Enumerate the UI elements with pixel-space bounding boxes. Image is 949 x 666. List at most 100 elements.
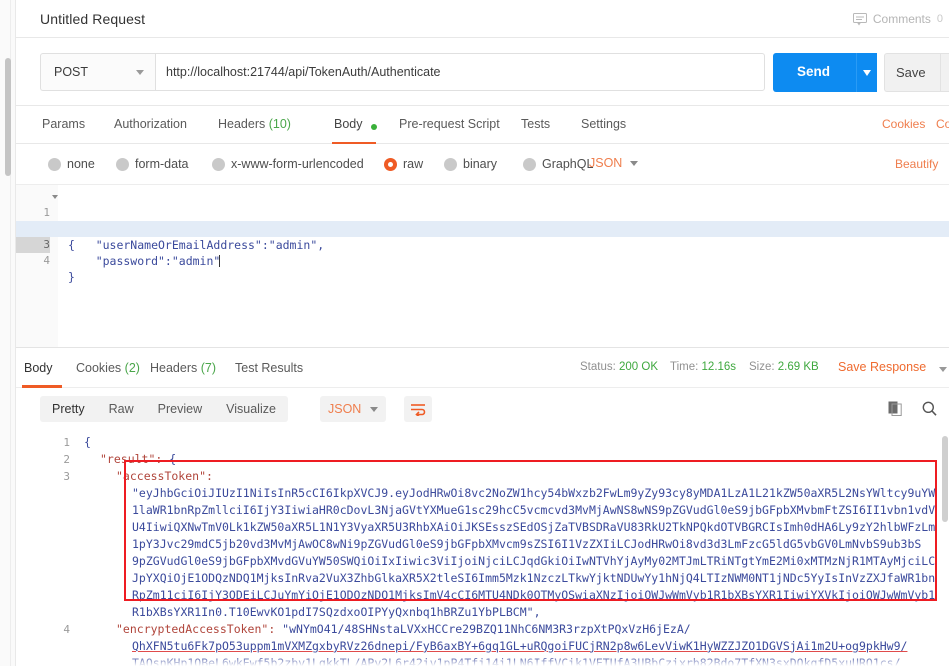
- line-text: 1pY3Jvc29mdC5jb20vd3MvMjAwOC8wNi9pZGVudG…: [132, 537, 922, 551]
- page-title: Untitled Request: [40, 11, 146, 27]
- line-text: JpYXQiOjE1ODQzNDQ1MjksInRva2VuX3ZhbGlkaX…: [132, 571, 936, 585]
- search-icon[interactable]: [922, 401, 937, 419]
- body-type-urlencoded[interactable]: x-www-form-urlencoded: [212, 157, 364, 171]
- line-text: "eyJhbGciOiJIUzI1NiIsInR5cCI6IkpXVCJ9.ey…: [132, 486, 936, 500]
- tab-pre-request-script[interactable]: Pre-request Script: [399, 117, 500, 131]
- word-wrap-button[interactable]: [404, 396, 432, 422]
- body-type-form-data[interactable]: form-data: [116, 157, 189, 171]
- response-code-line: JpYXQiOjE1ODQzNDQ1MjksInRva2VuX3ZhbGlkaX…: [16, 570, 949, 587]
- beautify-link[interactable]: Beautify: [895, 157, 938, 171]
- text-cursor: [219, 255, 221, 267]
- format-label: JSON: [328, 402, 362, 416]
- line-text: "accessToken":: [116, 468, 213, 485]
- send-label: Send: [797, 64, 831, 79]
- json-key: "accessToken":: [116, 469, 213, 483]
- body-type-row: none form-data x-www-form-urlencoded raw…: [16, 144, 949, 185]
- response-tools: [888, 401, 937, 419]
- save-button[interactable]: Save: [884, 53, 940, 92]
- radio-icon: [48, 157, 61, 171]
- cookies-link[interactable]: Cookies: [882, 117, 925, 131]
- save-label: Save: [896, 65, 926, 80]
- sidebar-scrollbar[interactable]: [5, 58, 11, 176]
- tab-count: (2): [124, 361, 140, 375]
- response-code-line: 4 "encryptedAccessToken": "wNYmO41/48SHNs…: [16, 621, 949, 638]
- radio-label: x-www-form-urlencoded: [231, 157, 364, 171]
- radio-label: GraphQL: [542, 157, 594, 171]
- response-code-line: 1laWR1bnRpZmllciI6IjY3IiwiaHR0cDovL3NjaG…: [16, 502, 949, 519]
- body-type-raw[interactable]: raw: [384, 157, 423, 171]
- response-toolbar: Pretty Raw Preview Visualize JSON: [16, 388, 949, 430]
- http-method-label: POST: [54, 65, 89, 79]
- tab-label: Params: [42, 117, 86, 131]
- line-number: 4: [63, 623, 70, 636]
- radio-icon: [116, 157, 129, 171]
- send-button[interactable]: Send: [773, 53, 877, 92]
- response-code-line: 9pZGVudGl0eS9jbGFpbXMvdGVuYW50SWQiOiIxIi…: [16, 553, 949, 570]
- tab-tests[interactable]: Tests: [521, 117, 550, 131]
- tab-label: Authorization: [114, 117, 187, 131]
- line-text: R1bXBsYXR1In0.T10EwvKO1pdI7SQzdxoOIPYyQx…: [132, 605, 541, 619]
- response-code-line: 2 "result": {: [16, 451, 949, 468]
- view-mode-pretty[interactable]: Pretty: [40, 396, 97, 422]
- response-tab-cookies[interactable]: Cookies (2): [76, 361, 140, 375]
- body-modified-dot-icon: [371, 124, 377, 130]
- tab-headers[interactable]: Headers (10): [218, 117, 291, 131]
- view-mode-raw[interactable]: Raw: [97, 396, 146, 422]
- response-code-line: R1bXBsYXR1In0.T10EwvKO1pdI7SQzdxoOIPYyQx…: [16, 604, 949, 621]
- view-mode-visualize[interactable]: Visualize: [214, 396, 288, 422]
- chevron-down-icon: [630, 160, 639, 166]
- response-tab-headers[interactable]: Headers (7): [150, 361, 216, 375]
- request-body-editor[interactable]: 1 { 2 "userNameOrEmailAddress":"admin", …: [16, 185, 949, 347]
- radio-label: form-data: [135, 157, 189, 171]
- line-number: 1: [63, 436, 70, 449]
- response-code-line: U4IiwiQXNwTmV0Lk1kZW50aXR5L1N1Y3VyaXR5U3…: [16, 519, 949, 536]
- line-text: "encryptedAccessToken": "wNYmO41/48SHNst…: [116, 621, 691, 638]
- view-mode-preview[interactable]: Preview: [146, 396, 214, 422]
- http-method-select[interactable]: POST: [40, 53, 155, 91]
- response-body-viewer[interactable]: 1{2 "result": {3 "accessToken": "eyJhbGciOi…: [16, 430, 949, 666]
- response-format-select[interactable]: JSON: [320, 396, 387, 422]
- code-line: 4 }: [16, 237, 949, 284]
- line-text: 1laWR1bnRpZmllciI6IjY3IiwiaHR0cDovL3NjaG…: [132, 503, 936, 517]
- json-key: "result":: [100, 452, 163, 466]
- tab-label: Body: [24, 361, 53, 375]
- tab-authorization[interactable]: Authorization: [114, 117, 187, 131]
- comments-button[interactable]: Comments 0: [852, 12, 943, 26]
- line-text: {: [84, 435, 91, 449]
- save-response-button[interactable]: Save Response: [838, 360, 926, 374]
- radio-icon: [212, 157, 225, 171]
- request-tabs: Params Authorization Headers (10) Body P…: [16, 106, 949, 144]
- tab-settings[interactable]: Settings: [581, 117, 626, 131]
- tab-count: (7): [200, 361, 217, 375]
- code-link[interactable]: Code: [936, 117, 949, 131]
- bottom-fade: [16, 656, 949, 666]
- tab-params[interactable]: Params: [42, 117, 85, 131]
- fold-caret-icon[interactable]: [52, 195, 58, 199]
- response-scrollbar[interactable]: [942, 436, 948, 522]
- body-type-none[interactable]: none: [48, 157, 95, 171]
- body-language-select[interactable]: JSON: [589, 156, 639, 170]
- url-input[interactable]: http://localhost:21744/api/TokenAuth/Aut…: [155, 53, 765, 91]
- json-key: "encryptedAccessToken":: [116, 622, 276, 636]
- response-view-modes: Pretty Raw Preview Visualize: [40, 396, 288, 422]
- save-options-button[interactable]: [940, 53, 949, 92]
- tab-label: Settings: [581, 117, 627, 131]
- tab-label: Tests: [521, 117, 551, 131]
- json-value: {: [162, 452, 177, 466]
- tab-label: Pre-request Script: [399, 117, 500, 131]
- chevron-down-icon: [370, 406, 379, 412]
- comments-count: 0: [936, 13, 943, 25]
- tab-body[interactable]: Body: [334, 117, 363, 131]
- send-options-button[interactable]: [856, 53, 877, 92]
- body-type-binary[interactable]: binary: [444, 157, 497, 171]
- line-text: QhXFN5tu6Fk7pO53uppm1mVXMZgxbyRVz26dnepi…: [132, 639, 908, 653]
- tab-label: Body: [334, 117, 363, 131]
- radio-label: none: [67, 157, 95, 171]
- chevron-down-icon[interactable]: [939, 367, 947, 372]
- status-badge: Status: 200 OK: [580, 361, 658, 373]
- copy-icon[interactable]: [888, 401, 902, 419]
- response-tab-body[interactable]: Body: [24, 361, 53, 375]
- response-tab-test-results[interactable]: Test Results: [235, 361, 303, 375]
- body-type-graphql[interactable]: GraphQL: [523, 157, 593, 171]
- code-line: 3 "password":"admin": [16, 221, 949, 268]
